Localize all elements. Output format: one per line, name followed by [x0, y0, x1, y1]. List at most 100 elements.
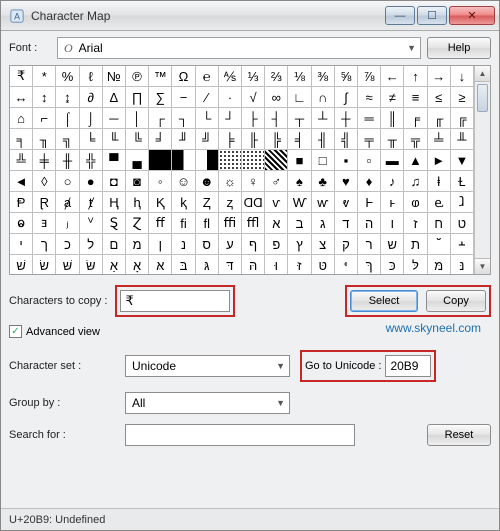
char-cell[interactable]: ╡ [288, 129, 311, 150]
char-cell[interactable]: ע [219, 234, 242, 255]
char-cell[interactable]: י [10, 234, 33, 255]
char-cell[interactable]: ╦ [404, 129, 427, 150]
char-cell[interactable]: ט [451, 213, 474, 234]
char-cell[interactable]: ╠ [265, 129, 288, 150]
char-cell[interactable]: ⱨ [126, 192, 149, 213]
char-cell[interactable]: № [103, 66, 126, 87]
char-cell[interactable]: ▄ [126, 150, 149, 171]
char-cell[interactable]: └ [196, 108, 219, 129]
char-cell[interactable]: ▬ [381, 150, 404, 171]
char-cell[interactable]: ⅜ [312, 66, 335, 87]
char-cell[interactable]: ∑ [149, 87, 172, 108]
char-cell[interactable]: ─ [103, 108, 126, 129]
char-cell[interactable]: Ⱶ [358, 192, 381, 213]
char-cell[interactable]: ║ [381, 108, 404, 129]
char-cell[interactable]: ► [428, 150, 451, 171]
char-cell[interactable]: ⱳ [312, 192, 335, 213]
char-cell[interactable]: → [428, 66, 451, 87]
char-cell[interactable]: Ω [172, 66, 195, 87]
char-cell[interactable]: ┌ [149, 108, 172, 129]
char-cell[interactable]: ﬁ [172, 213, 195, 234]
char-cell[interactable]: גּ [196, 255, 219, 275]
goto-unicode-input[interactable] [385, 355, 431, 377]
char-cell[interactable]: ☺ [172, 171, 195, 192]
char-cell[interactable]: ↔ [10, 87, 33, 108]
char-cell[interactable]: ⱸ [428, 192, 451, 213]
char-cell[interactable]: שּׂ [80, 255, 103, 275]
char-cell[interactable]: ◙ [126, 171, 149, 192]
char-cell[interactable]: ╕ [10, 129, 33, 150]
char-cell[interactable] [196, 150, 219, 171]
char-cell[interactable]: א [265, 213, 288, 234]
char-cell[interactable]: ∂ [80, 87, 103, 108]
char-cell[interactable]: ז [404, 213, 427, 234]
char-cell[interactable]: ┐ [172, 108, 195, 129]
char-cell[interactable]: ╖ [33, 129, 56, 150]
char-cell[interactable] [265, 150, 288, 171]
char-cell[interactable]: ■ [288, 150, 311, 171]
char-cell[interactable]: ה [358, 213, 381, 234]
char-cell[interactable]: מּ [428, 255, 451, 275]
char-cell[interactable]: ∫ [335, 87, 358, 108]
char-cell[interactable]: Ɫ [451, 171, 474, 192]
reset-button[interactable]: Reset [427, 424, 491, 446]
char-cell[interactable]: ↨ [56, 87, 79, 108]
char-cell[interactable]: ╤ [358, 129, 381, 150]
char-cell[interactable]: ∟ [288, 87, 311, 108]
char-cell[interactable]: ﬞ [428, 234, 451, 255]
char-cell[interactable]: ס [196, 234, 219, 255]
advanced-view-checkbox[interactable]: ✓ [9, 325, 22, 338]
char-cell[interactable]: Ᵽ [10, 192, 33, 213]
char-cell[interactable]: ⱷ [404, 192, 427, 213]
char-cell[interactable]: Ȿ [103, 213, 126, 234]
char-cell[interactable]: אָ [126, 255, 149, 275]
char-cell[interactable]: ↕ [33, 87, 56, 108]
char-cell[interactable]: ╢ [312, 129, 335, 150]
char-cell[interactable]: ☼ [219, 171, 242, 192]
char-cell[interactable]: טּ [312, 255, 335, 275]
char-cell[interactable]: יּ [335, 255, 358, 275]
char-cell[interactable]: ◊ [33, 171, 56, 192]
char-cell[interactable]: ⱺ [10, 213, 33, 234]
char-cell[interactable]: ל [80, 234, 103, 255]
char-cell[interactable]: ┬ [288, 108, 311, 129]
char-cell[interactable]: ╟ [242, 129, 265, 150]
char-cell[interactable]: נ [172, 234, 195, 255]
char-cell[interactable]: ├ [242, 108, 265, 129]
char-cell[interactable]: ⱦ [80, 192, 103, 213]
char-cell[interactable]: ⱪ [172, 192, 195, 213]
font-select[interactable]: O Arial ▼ [57, 37, 421, 59]
char-cell[interactable]: ◘ [103, 171, 126, 192]
group-by-select[interactable]: All ▼ [125, 392, 290, 414]
char-cell[interactable]: □ [312, 150, 335, 171]
char-cell[interactable]: ⱻ [33, 213, 56, 234]
char-cell[interactable]: ╜ [172, 129, 195, 150]
char-cell[interactable]: ┘ [219, 108, 242, 129]
char-cell[interactable]: ⅛ [288, 66, 311, 87]
char-cell[interactable]: * [33, 66, 56, 87]
char-cell[interactable]: ╣ [335, 129, 358, 150]
char-cell[interactable]: ╙ [103, 129, 126, 150]
char-cell[interactable]: אַ [103, 255, 126, 275]
char-cell[interactable]: ⱽ [80, 213, 103, 234]
char-cell[interactable]: מ [126, 234, 149, 255]
select-button[interactable]: Select [350, 290, 418, 312]
char-cell[interactable]: ⱡ [428, 171, 451, 192]
char-cell[interactable] [172, 150, 195, 171]
char-cell[interactable]: ן [149, 234, 172, 255]
char-cell[interactable]: Ⱪ [149, 192, 172, 213]
char-cell[interactable]: שׂ [33, 255, 56, 275]
char-cell[interactable]: צ [312, 234, 335, 255]
char-cell[interactable]: ≈ [358, 87, 381, 108]
char-cell[interactable]: Ɽ [33, 192, 56, 213]
char-cell[interactable]: ﬄ [242, 213, 265, 234]
char-cell[interactable]: ך [33, 234, 56, 255]
char-cell[interactable]: שּׁ [56, 255, 79, 275]
char-cell[interactable]: ף [242, 234, 265, 255]
char-cell[interactable]: ⱭⱭ [242, 192, 265, 213]
char-cell[interactable]: − [172, 87, 195, 108]
char-cell[interactable]: דּ [219, 255, 242, 275]
char-cell[interactable]: ∕ [196, 87, 219, 108]
char-cell[interactable]: ⱼ [56, 213, 79, 234]
char-cell[interactable]: ♥ [335, 171, 358, 192]
